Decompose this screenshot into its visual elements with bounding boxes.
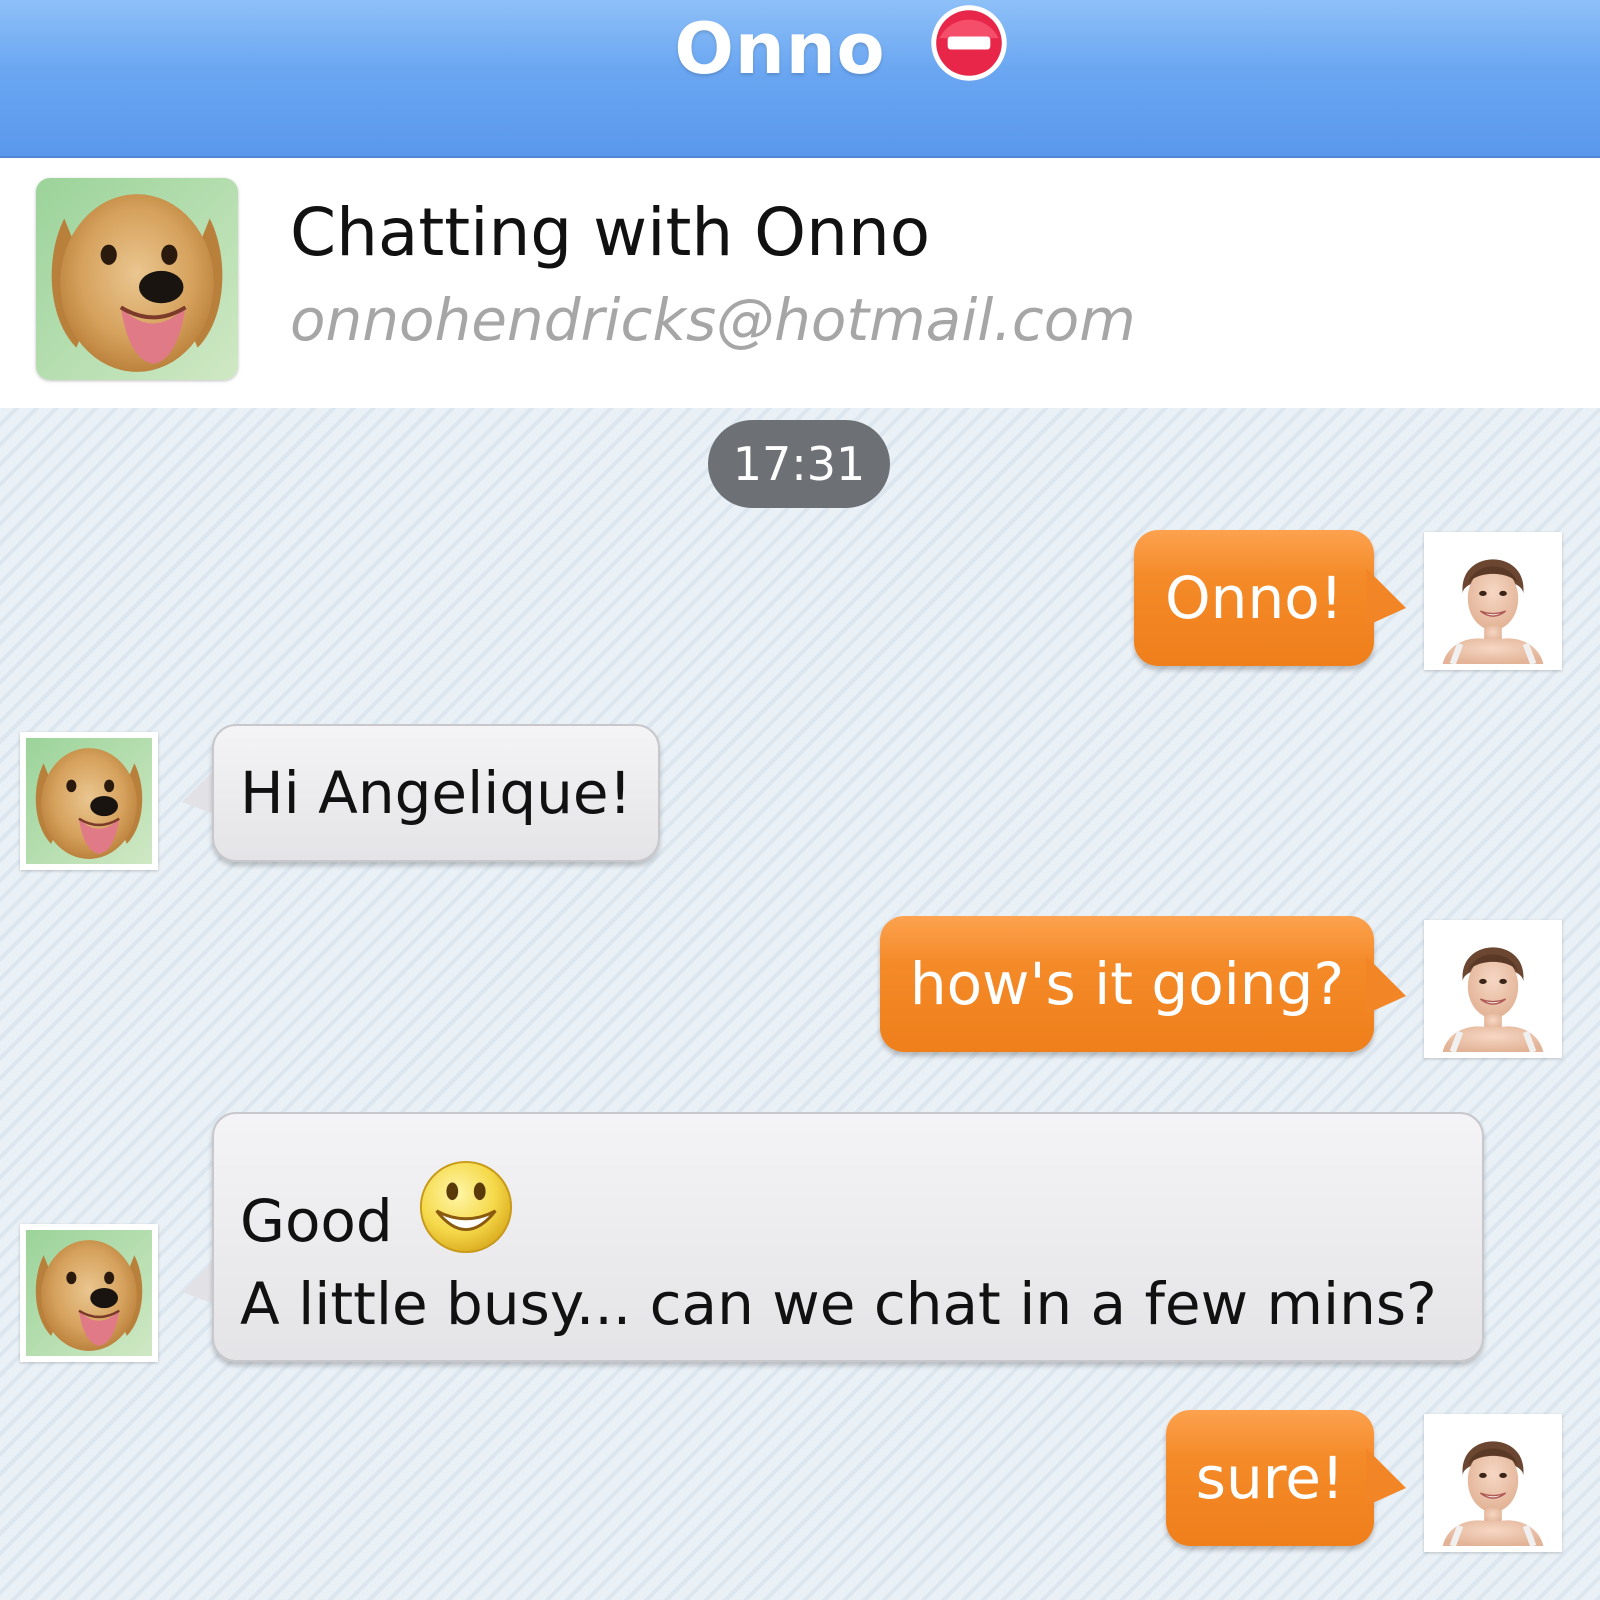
message-text: Onno! bbox=[1165, 564, 1343, 632]
contact-header: Chatting with Onno onnohendricks@hotmail… bbox=[0, 158, 1600, 408]
message-text: Hi Angelique! bbox=[240, 759, 632, 827]
contact-email: onnohendricks@hotmail.com bbox=[290, 286, 1136, 354]
outgoing-bubble-tail bbox=[1366, 956, 1406, 1014]
outgoing-bubble-tail bbox=[1366, 568, 1406, 626]
message-text: Good bbox=[240, 1187, 393, 1256]
woman-avatar-icon bbox=[1430, 926, 1556, 1052]
timestamp-badge: 17:31 bbox=[708, 420, 890, 508]
dog-avatar-icon bbox=[36, 178, 238, 380]
busy-status-icon bbox=[931, 5, 1007, 81]
dog-avatar-icon bbox=[26, 1230, 152, 1356]
chatting-with-label: Chatting with Onno bbox=[290, 194, 931, 271]
woman-avatar-icon bbox=[1430, 538, 1556, 664]
outgoing-message[interactable]: Onno! bbox=[1134, 530, 1374, 666]
contact-avatar-small[interactable] bbox=[20, 732, 158, 870]
incoming-message[interactable]: Hi Angelique! bbox=[212, 724, 660, 862]
message-line-1: Good bbox=[240, 1160, 1482, 1264]
chat-area[interactable]: 17:31 Onno! Hi Angelique! how's it going… bbox=[0, 408, 1600, 1600]
smiley-icon bbox=[419, 1160, 512, 1254]
outgoing-message[interactable]: how's it going? bbox=[880, 916, 1374, 1052]
my-avatar[interactable] bbox=[1424, 532, 1562, 670]
contact-avatar[interactable] bbox=[36, 178, 238, 380]
incoming-message[interactable]: Good A little busy... can we chat in a f… bbox=[212, 1112, 1484, 1362]
my-avatar[interactable] bbox=[1424, 1414, 1562, 1552]
message-text: sure! bbox=[1195, 1444, 1345, 1512]
window-title: Onno bbox=[674, 8, 886, 90]
woman-avatar-icon bbox=[1430, 1420, 1556, 1546]
message-text: A little busy... can we chat in a few mi… bbox=[240, 1270, 1437, 1338]
message-line-2: A little busy... can we chat in a few mi… bbox=[240, 1264, 1482, 1344]
contact-avatar-small[interactable] bbox=[20, 1224, 158, 1362]
dog-avatar-icon bbox=[26, 738, 152, 864]
my-avatar[interactable] bbox=[1424, 920, 1562, 1058]
message-text: how's it going? bbox=[909, 950, 1345, 1018]
title-bar: Onno bbox=[0, 0, 1600, 158]
outgoing-message[interactable]: sure! bbox=[1166, 1410, 1374, 1546]
outgoing-bubble-tail bbox=[1366, 1448, 1406, 1506]
